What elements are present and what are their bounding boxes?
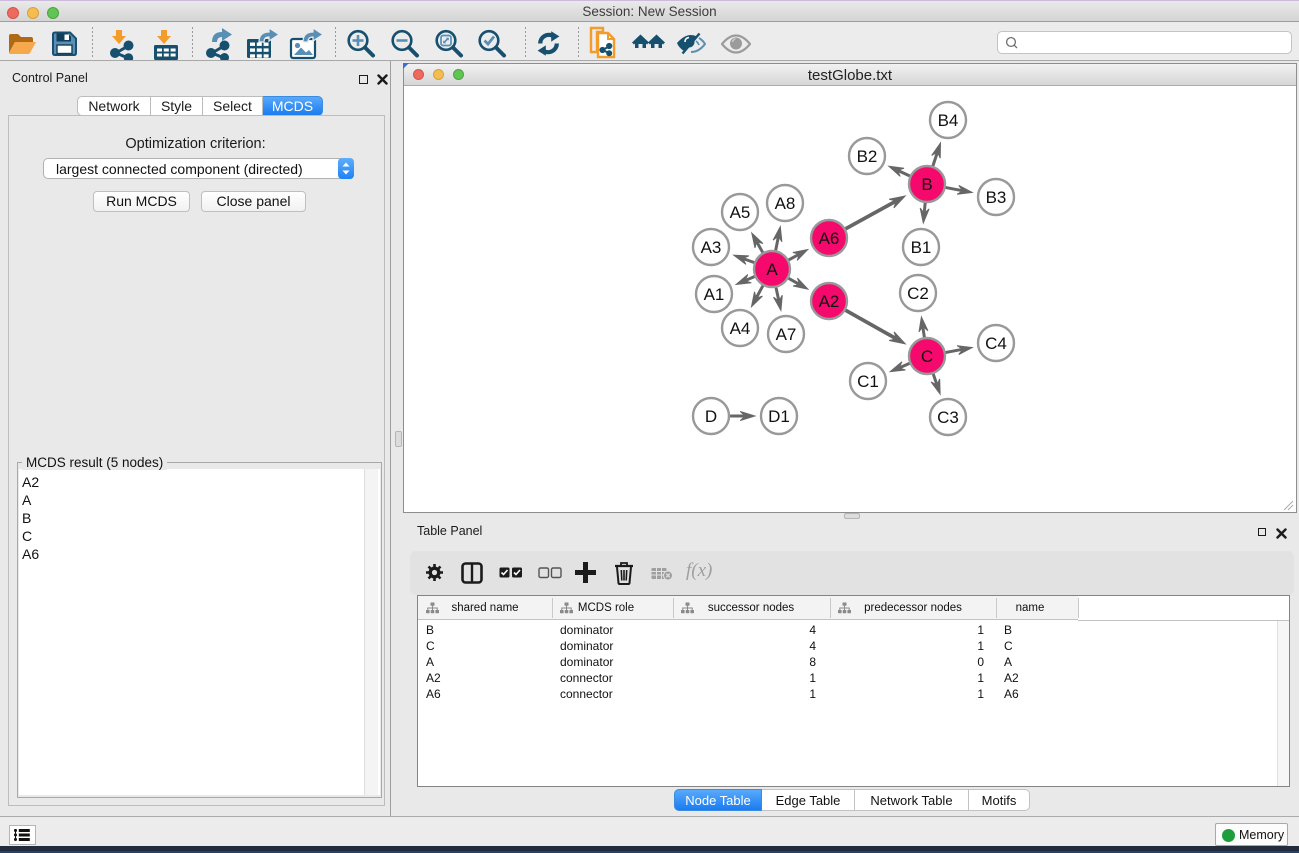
svg-text:C1: C1 bbox=[857, 372, 879, 391]
svg-text:B2: B2 bbox=[857, 147, 878, 166]
svg-text:A7: A7 bbox=[776, 325, 797, 344]
svg-text:A6: A6 bbox=[819, 229, 840, 248]
svg-text:A4: A4 bbox=[730, 319, 751, 338]
svg-text:A: A bbox=[766, 260, 778, 279]
svg-text:D: D bbox=[705, 407, 717, 426]
svg-text:C4: C4 bbox=[985, 334, 1007, 353]
svg-text:B1: B1 bbox=[911, 238, 932, 257]
svg-text:C2: C2 bbox=[907, 284, 929, 303]
svg-text:C: C bbox=[921, 347, 933, 366]
svg-text:A3: A3 bbox=[701, 238, 722, 257]
svg-text:B4: B4 bbox=[938, 111, 959, 130]
svg-text:A2: A2 bbox=[819, 292, 840, 311]
svg-text:A5: A5 bbox=[730, 203, 751, 222]
svg-text:C3: C3 bbox=[937, 408, 959, 427]
svg-text:A8: A8 bbox=[775, 194, 796, 213]
svg-text:A1: A1 bbox=[704, 285, 725, 304]
svg-text:D1: D1 bbox=[768, 407, 790, 426]
svg-text:B3: B3 bbox=[986, 188, 1007, 207]
svg-text:B: B bbox=[921, 175, 932, 194]
